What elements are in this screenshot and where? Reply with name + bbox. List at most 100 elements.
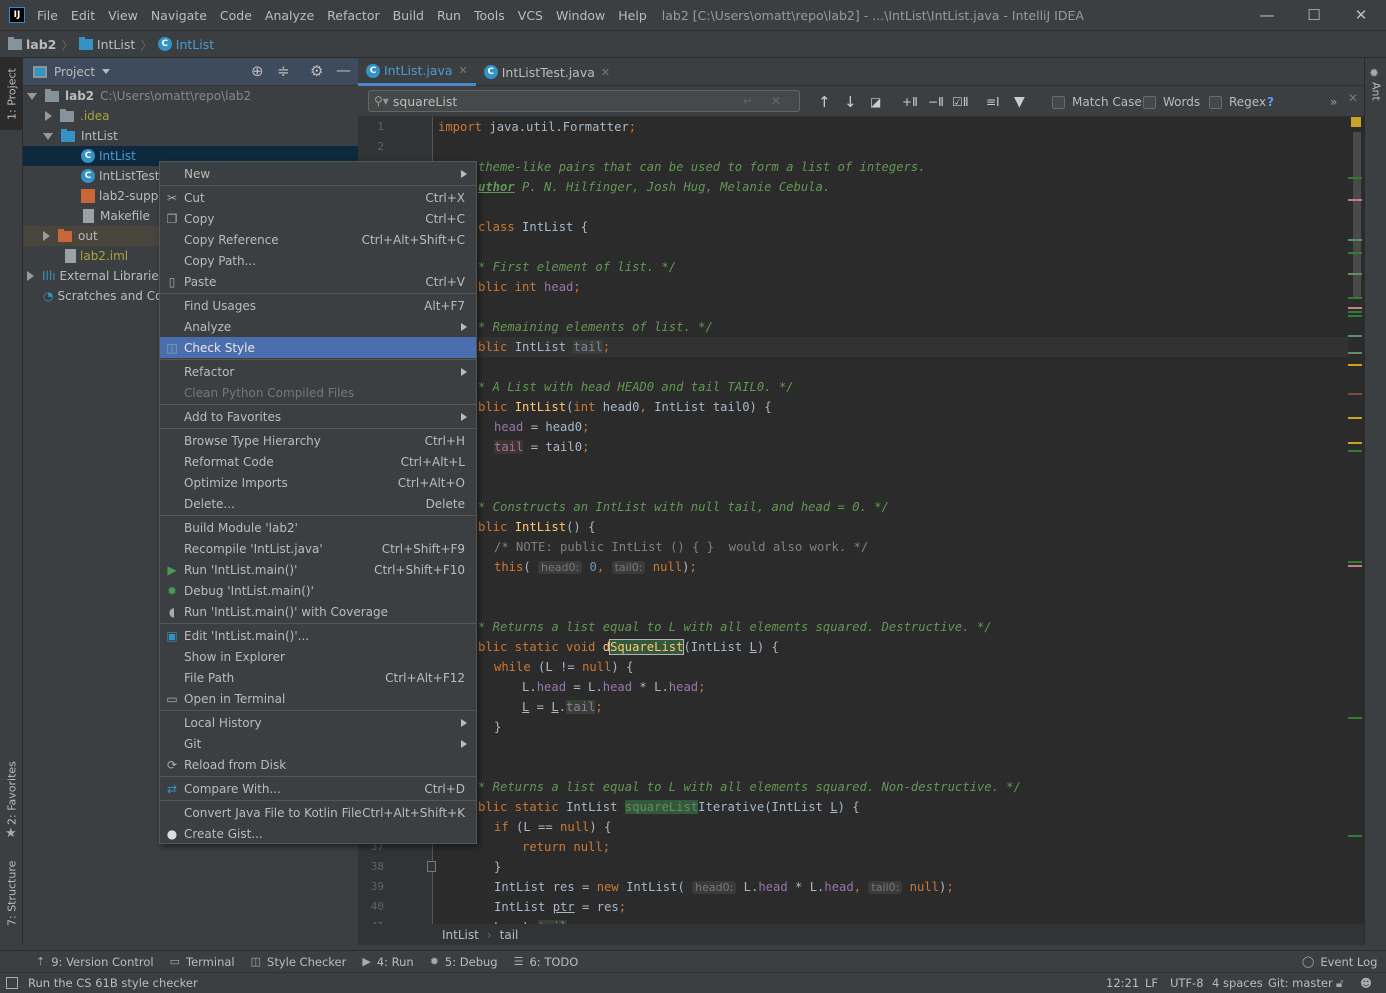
expand-arrow-icon[interactable] [45,111,52,121]
tab-todo[interactable]: ☰ 6: TODO [514,955,579,969]
close-tab-icon[interactable]: ✕ [601,66,610,79]
menu-item-create-gist[interactable]: ● Create Gist... [160,823,476,844]
tab-terminal[interactable]: ▭ Terminal [170,955,235,969]
git-branch[interactable]: Git: master [1268,976,1333,990]
maximize-button[interactable]: ☐ [1291,0,1337,30]
tab-structure[interactable]: 7: Structure [2,858,22,928]
menu-item-convert-to-kotlin[interactable]: Convert Java File to Kotlin File Ctrl+Alt… [160,802,476,823]
menu-item-edit-config[interactable]: ▣ Edit 'IntList.main()'... [160,625,476,646]
marker[interactable] [1348,297,1362,299]
marker[interactable] [1348,393,1362,395]
expand-arrow-icon[interactable] [27,92,37,100]
regex-help-icon[interactable]: ? [1267,92,1274,112]
menu-item-git[interactable]: Git [160,733,476,754]
tab-ant[interactable]: Ant [1366,78,1386,104]
tab-favorites[interactable]: 2: Favorites [2,758,22,828]
code-crumb-field[interactable]: tail [500,928,519,942]
inspector-icon[interactable]: ☻ [1360,976,1372,990]
marker[interactable] [1348,199,1362,201]
menu-analyze[interactable]: Analyze [265,8,314,23]
marker[interactable] [1348,315,1362,317]
expand-arrow-icon[interactable] [43,231,50,241]
menu-window[interactable]: Window [556,8,605,23]
menu-item-show-in-explorer[interactable]: Show in Explorer [160,646,476,667]
menu-run[interactable]: Run [437,8,461,23]
menu-item-refactor[interactable]: Refactor [160,361,476,382]
inspection-status-icon[interactable] [1351,117,1361,127]
search-input[interactable] [392,93,733,109]
menu-item-add-to-favorites[interactable]: Add to Favorites [160,406,476,427]
close-find-icon[interactable]: ✕ [1348,88,1358,108]
marker[interactable] [1348,177,1362,179]
code-crumb-class[interactable]: IntList [442,928,479,942]
marker[interactable] [1348,450,1362,452]
menu-item-paste[interactable]: ▯ Paste Ctrl+V [160,271,476,292]
fold-icon[interactable] [427,861,436,872]
expand-arrow-icon[interactable] [27,271,34,281]
breadcrumb-intlist-class[interactable]: IntList [176,37,214,52]
more-options-icon[interactable]: » [1330,92,1337,112]
menu-item-analyze[interactable]: Analyze [160,316,476,337]
hide-panel-icon[interactable]: — [336,61,351,79]
menu-item-browse-type-hierarchy[interactable]: Browse Type Hierarchy Ctrl+H [160,430,476,451]
menu-item-find-usages[interactable]: Find Usages Alt+F7 [160,295,476,316]
menu-item-debug[interactable]: ✹ Debug 'IntList.main()' [160,580,476,601]
breadcrumb-lab2[interactable]: lab2 [26,37,56,52]
menu-item-check-style[interactable]: ◫ Check Style [160,337,476,358]
code-editor[interactable]: import java.util.Formatter; theme-like p… [438,117,1278,933]
toggle-tool-windows-icon[interactable] [6,977,18,989]
find-in-selection-icon[interactable]: ◪ [870,92,881,112]
menu-tools[interactable]: Tools [474,8,505,23]
menu-item-reload-from-disk[interactable]: ⟳ Reload from Disk [160,754,476,775]
expand-arrow-icon[interactable] [43,132,53,140]
menu-item-compare-with[interactable]: ⇄ Compare With... Ctrl+D [160,778,476,799]
context-icon[interactable]: ≡I [986,92,1000,112]
marker[interactable] [1348,442,1362,444]
close-tab-icon[interactable]: ✕ [459,64,468,77]
menu-edit[interactable]: Edit [71,8,95,23]
file-encoding[interactable]: UTF-8 [1170,976,1204,990]
tab-style-checker[interactable]: ◫ Style Checker [251,955,347,969]
gear-icon[interactable]: ⚙ [310,62,323,80]
menu-item-cut[interactable]: ✂ Cut Ctrl+X [160,187,476,208]
menu-vcs[interactable]: VCS [518,8,543,23]
menu-item-delete[interactable]: Delete... Delete [160,493,476,514]
minimize-button[interactable]: — [1244,0,1290,30]
marker[interactable] [1348,307,1362,309]
marker[interactable] [1348,311,1362,313]
menu-item-recompile[interactable]: Recompile 'IntList.java' Ctrl+Shift+F9 [160,538,476,559]
menu-item-file-path[interactable]: File Path Ctrl+Alt+F12 [160,667,476,688]
menu-build[interactable]: Build [393,8,424,23]
next-occurrence-icon[interactable]: ↓ [844,92,857,112]
marker[interactable] [1348,565,1362,567]
match-case-checkbox[interactable]: Match Case [1052,92,1142,112]
marker[interactable] [1348,335,1362,337]
menu-item-copy-reference[interactable]: Copy Reference Ctrl+Alt+Shift+C [160,229,476,250]
tree-item-idea[interactable]: .idea [23,106,358,126]
previous-occurrence-icon[interactable]: ↑ [818,92,831,112]
words-checkbox[interactable]: Words [1143,92,1200,112]
menu-code[interactable]: Code [220,8,252,23]
line-separator[interactable]: LF [1145,976,1158,990]
menu-item-run-coverage[interactable]: ◖ Run 'IntList.main()' with Coverage [160,601,476,622]
remove-occurrence-icon[interactable]: −Ⅱ [928,92,944,112]
marker[interactable] [1348,835,1362,837]
menu-item-new[interactable]: New [160,163,476,184]
tree-item-lab2[interactable]: lab2 C:\Users\omatt\repo\lab2 [23,86,358,106]
menu-item-optimize-imports[interactable]: Optimize Imports Ctrl+Alt+O [160,472,476,493]
tab-version-control[interactable]: ⇡ 9: Version Control [36,955,154,969]
close-window-button[interactable]: ✕ [1338,0,1384,30]
lock-icon[interactable]: 🔓︎ [1336,976,1343,991]
indent-setting[interactable]: 4 spaces [1212,976,1263,990]
project-view-selector[interactable]: Project [54,65,95,79]
menu-item-run[interactable]: ▶ Run 'IntList.main()' Ctrl+Shift+F10 [160,559,476,580]
breadcrumb-intlist-folder[interactable]: IntList [97,37,135,52]
menu-item-open-in-terminal[interactable]: ▭ Open in Terminal [160,688,476,709]
clear-search-icon[interactable]: ✕ [771,94,781,108]
menu-item-build-module[interactable]: Build Module 'lab2' [160,517,476,538]
tab-intlisttest-java[interactable]: C IntListTest.java ✕ [476,58,618,86]
marker[interactable] [1348,273,1362,275]
marker[interactable] [1348,417,1362,419]
marker[interactable] [1348,239,1362,241]
caret-position[interactable]: 12:21 [1106,976,1139,990]
